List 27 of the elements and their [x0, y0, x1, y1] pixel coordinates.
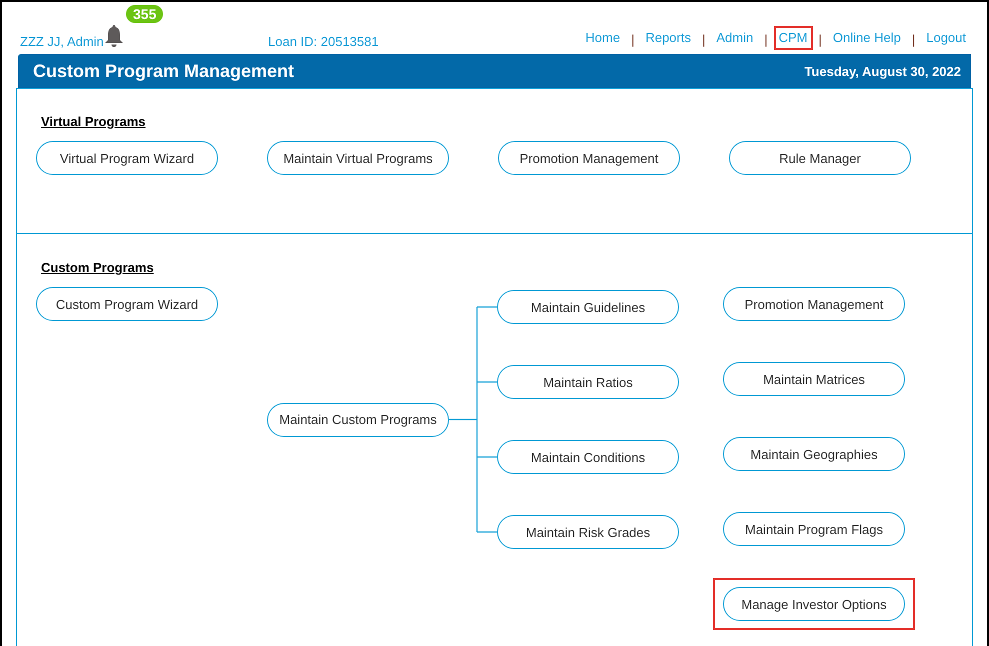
program-button[interactable]: Maintain Risk Grades	[497, 515, 679, 549]
program-button[interactable]: Rule Manager	[729, 141, 911, 175]
program-button[interactable]: Maintain Conditions	[497, 440, 679, 474]
nav-separator: |	[912, 31, 916, 49]
program-button[interactable]: Maintain Guidelines	[497, 290, 679, 324]
date-label: Tuesday, August 30, 2022	[804, 64, 961, 78]
nav-separator: |	[702, 31, 706, 49]
loan-id: Loan ID: 20513581	[268, 34, 380, 50]
program-button[interactable]: Promotion Management	[723, 287, 905, 321]
bell-icon[interactable]	[104, 24, 124, 48]
nav-separator: |	[764, 31, 768, 49]
section-heading: Virtual Programs	[41, 114, 146, 129]
page-title: Custom Program Management	[33, 60, 294, 82]
program-button[interactable]: Maintain Ratios	[497, 365, 679, 399]
program-button[interactable]: Maintain Geographies	[723, 437, 905, 471]
notification-badge: 355	[126, 5, 164, 23]
program-button[interactable]: Maintain Virtual Programs	[267, 141, 449, 175]
program-button[interactable]: Promotion Management	[498, 141, 680, 175]
program-button[interactable]: Maintain Matrices	[723, 362, 905, 396]
nav-separator: |	[818, 31, 822, 49]
program-button[interactable]: Custom Program Wizard	[36, 287, 218, 321]
program-button[interactable]: Virtual Program Wizard	[36, 141, 218, 175]
nav-separator: |	[631, 31, 634, 49]
program-button[interactable]: Maintain Program Flags	[723, 512, 905, 546]
section-heading: Custom Programs	[41, 260, 154, 275]
program-button[interactable]: Maintain Custom Programs	[267, 402, 449, 436]
program-button[interactable]: Manage Investor Options	[723, 587, 905, 621]
